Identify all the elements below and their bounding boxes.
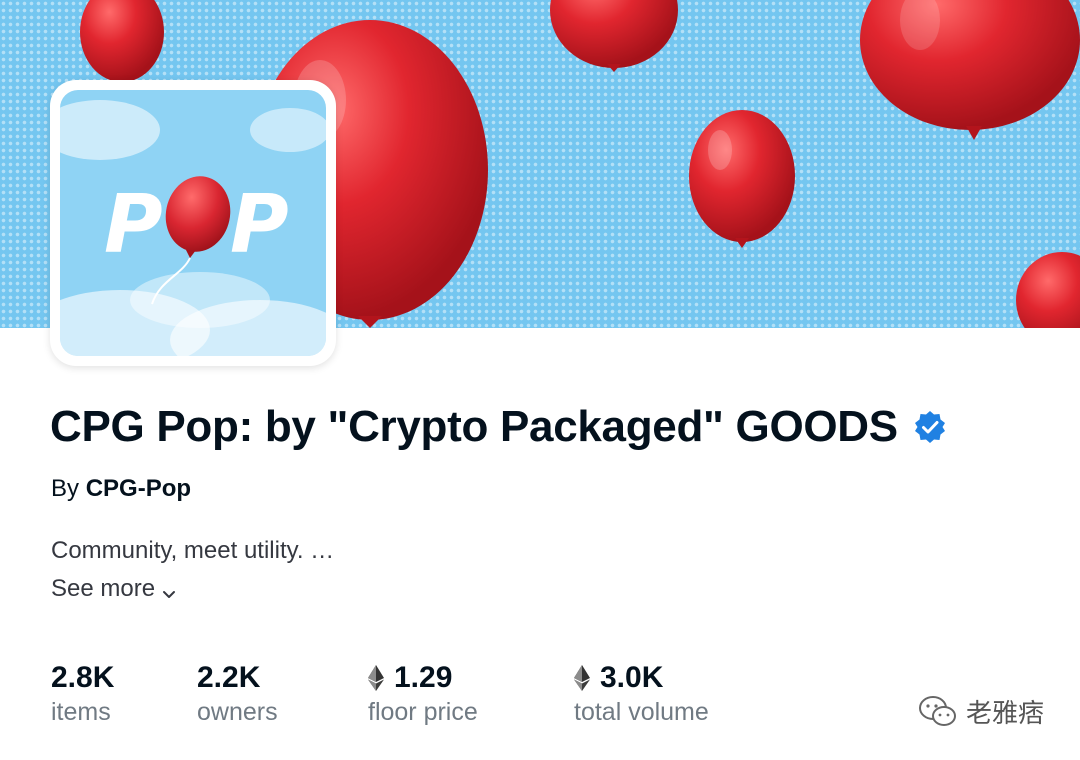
chevron-down-icon [161,581,177,598]
stat-label: total volume [574,698,709,726]
creator-byline: By CPG-Pop [51,475,191,503]
stat-value: 3.0K [600,661,664,694]
balloon-shape [689,110,795,242]
stat-total-volume: 3.0K total volume [574,660,709,727]
verified-badge-icon [912,409,948,445]
ethereum-icon [574,665,590,691]
wechat-icon [918,695,958,729]
see-more-label: See more [51,575,156,602]
balloon-shape [860,0,1080,130]
stat-floor-price: 1.29 floor price [368,660,478,727]
watermark-text: 老雅痞 [966,698,1045,728]
balloon-shape [1016,252,1080,328]
ethereum-icon [368,665,384,691]
see-more-button[interactable]: See more [51,575,177,603]
collection-title-row: CPG Pop: by "Crypto Packaged" GOODS [50,402,948,452]
balloon-shape [80,0,164,82]
collection-title: CPG Pop: by "Crypto Packaged" GOODS [50,402,898,451]
stat-owners: 2.2K owners [197,660,278,727]
collection-description: Community, meet utility. … [51,537,335,564]
stat-value: 1.29 [394,661,453,694]
watermark: 老雅痞 [918,693,1044,730]
stat-items: 2.8K items [51,660,114,727]
stat-value: 2.2K [197,661,261,694]
collection-avatar[interactable]: P P [50,80,336,366]
balloon-shape [550,0,678,68]
creator-link[interactable]: CPG-Pop [86,475,191,502]
stat-label: items [51,698,111,726]
avatar-pop-text: P [104,178,163,271]
stat-label: owners [197,698,278,726]
svg-text:P: P [230,178,289,271]
avatar-image: P P [60,90,326,356]
stat-label: floor price [368,698,478,726]
by-prefix: By [51,475,80,502]
stat-value: 2.8K [51,661,115,694]
